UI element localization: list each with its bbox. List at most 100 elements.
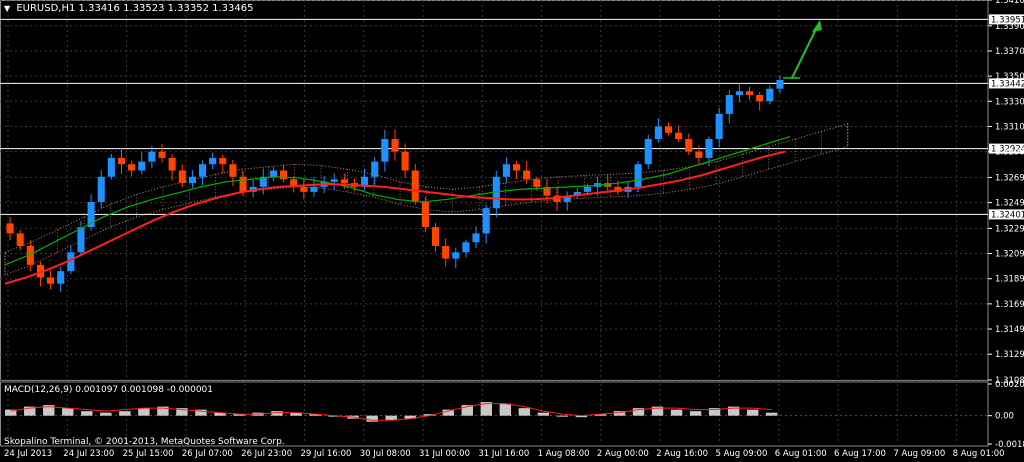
candle-body	[523, 170, 531, 180]
x-tick-label: 5 Aug 09:00	[715, 449, 767, 459]
x-tick-label: 1 Aug 08:00	[538, 449, 590, 459]
target-arrow-head	[812, 20, 822, 32]
macd-histogram-bar	[119, 411, 131, 416]
candle-body	[330, 179, 338, 182]
candle-body	[391, 139, 399, 152]
y-tick-label: 1.31890	[995, 275, 1024, 285]
candle-body	[6, 223, 14, 234]
candle-body	[209, 157, 217, 165]
candle-body	[583, 186, 592, 192]
candle-body	[502, 164, 510, 177]
macd-y-tick-label: 0.002099	[995, 380, 1024, 390]
macd-histogram-bar	[366, 415, 378, 422]
candle-body	[310, 186, 318, 192]
dropdown-triangle-icon[interactable]: ▼	[4, 4, 10, 13]
macd-histogram-bar	[138, 408, 150, 416]
macd-title: MACD(12,26,9) 0.001097 0.001098 -0.00000…	[4, 385, 214, 395]
y-tick-label: 1.33900	[995, 22, 1024, 32]
candle-body	[148, 151, 156, 162]
candle-body	[219, 157, 227, 165]
price-tag-label: 1.32401	[991, 210, 1024, 220]
ma-slow-line	[4, 150, 786, 285]
y-tick-label: 1.31290	[995, 350, 1024, 360]
macd-histogram-bar	[556, 415, 569, 417]
candle-body	[381, 139, 389, 162]
candle-body	[97, 176, 105, 202]
candle-body	[766, 88, 774, 102]
x-tick-label: 7 Aug 09:00	[893, 449, 945, 459]
candle-body	[644, 139, 652, 165]
candle-body	[269, 170, 277, 177]
candle-body	[371, 161, 379, 177]
x-tick-label: 6 Aug 17:00	[834, 449, 886, 459]
ohlc-values: 1.33416 1.33523 1.33352 1.33465	[78, 3, 254, 14]
candle-body	[411, 170, 419, 202]
x-tick-label: 2 Aug 16:00	[656, 449, 708, 459]
x-tick-label: 26 Jul 07:00	[182, 449, 233, 459]
y-tick-label: 1.32900	[995, 148, 1024, 158]
candle-body	[47, 277, 55, 284]
candle-body	[735, 91, 743, 95]
symbol-name: EURUSD,H1	[16, 3, 76, 14]
candle-body	[715, 113, 723, 140]
candle-body	[57, 271, 65, 284]
y-tick-label: 1.31690	[995, 300, 1024, 310]
candle-body	[239, 176, 247, 192]
candle-body	[128, 164, 136, 171]
macd-histogram-bar	[518, 408, 531, 416]
macd-histogram-bar	[746, 409, 759, 416]
x-tick-label: 29 Jul 16:00	[300, 449, 351, 459]
target-arrow-shaft	[791, 24, 819, 79]
macd-panel	[0, 402, 988, 422]
macd-histogram-bar	[62, 408, 74, 416]
x-tick-label: 31 Jul 16:00	[478, 449, 529, 459]
candle-body	[442, 245, 450, 259]
y-tick-label: 1.33300	[995, 97, 1024, 107]
x-tick-label: 24 Jul 23:00	[63, 449, 114, 459]
candle-body	[229, 164, 237, 177]
y-tick-label: 1.33100	[995, 122, 1024, 132]
candle-body	[705, 139, 713, 158]
candle-body	[452, 252, 460, 259]
ichimoku-cloud	[4, 123, 849, 276]
macd-histogram-bar	[765, 412, 778, 416]
candle-body	[725, 95, 733, 114]
x-tick-label: 26 Jul 23:00	[241, 449, 292, 459]
candle-body	[431, 227, 440, 246]
macd-histogram-bar	[689, 411, 702, 416]
candle-body	[117, 157, 126, 165]
candle-body	[280, 170, 288, 180]
candle-body	[482, 208, 490, 234]
y-tick-label: 1.32090	[995, 250, 1024, 260]
y-tick-label: 1.31490	[995, 325, 1024, 335]
candle-body	[178, 170, 186, 184]
x-tick-label: 25 Jul 15:00	[123, 449, 174, 459]
candle-body	[634, 164, 642, 187]
symbol-header[interactable]: ▼ EURUSD,H1 1.33416 1.33523 1.33352 1.33…	[4, 3, 254, 14]
candle-body	[675, 132, 683, 140]
macd-histogram-bar	[537, 412, 550, 416]
candle-body	[695, 151, 703, 158]
y-tick-label: 1.34105	[995, 0, 1024, 6]
x-tick-label: 30 Jul 08:00	[360, 449, 411, 459]
candle-body	[685, 139, 693, 152]
candle-body	[77, 227, 85, 253]
candle-body	[16, 233, 24, 246]
candle-body	[654, 126, 662, 140]
candle-body	[198, 164, 207, 177]
candle-body	[513, 164, 521, 171]
y-tick-label: 1.32495	[995, 199, 1024, 209]
candle-body	[472, 233, 480, 243]
candle-body	[421, 201, 429, 228]
candle-body	[756, 95, 764, 102]
candle-body	[138, 161, 146, 171]
candle-body	[300, 186, 308, 192]
x-tick-label: 8 Aug 01:00	[953, 449, 1005, 459]
x-tick-label: 2 Aug 00:00	[597, 449, 649, 459]
candle-body	[533, 179, 541, 187]
y-tick-label: 1.33700	[995, 47, 1024, 57]
macd-y-tick-label: -0.001877	[995, 440, 1024, 450]
copyright-text: Skopalino Terminal, © 2001-2013, MetaQuo…	[4, 437, 285, 447]
macd-histogram-bar	[499, 403, 512, 416]
x-tick-label: 24 Jul 2013	[4, 449, 52, 459]
